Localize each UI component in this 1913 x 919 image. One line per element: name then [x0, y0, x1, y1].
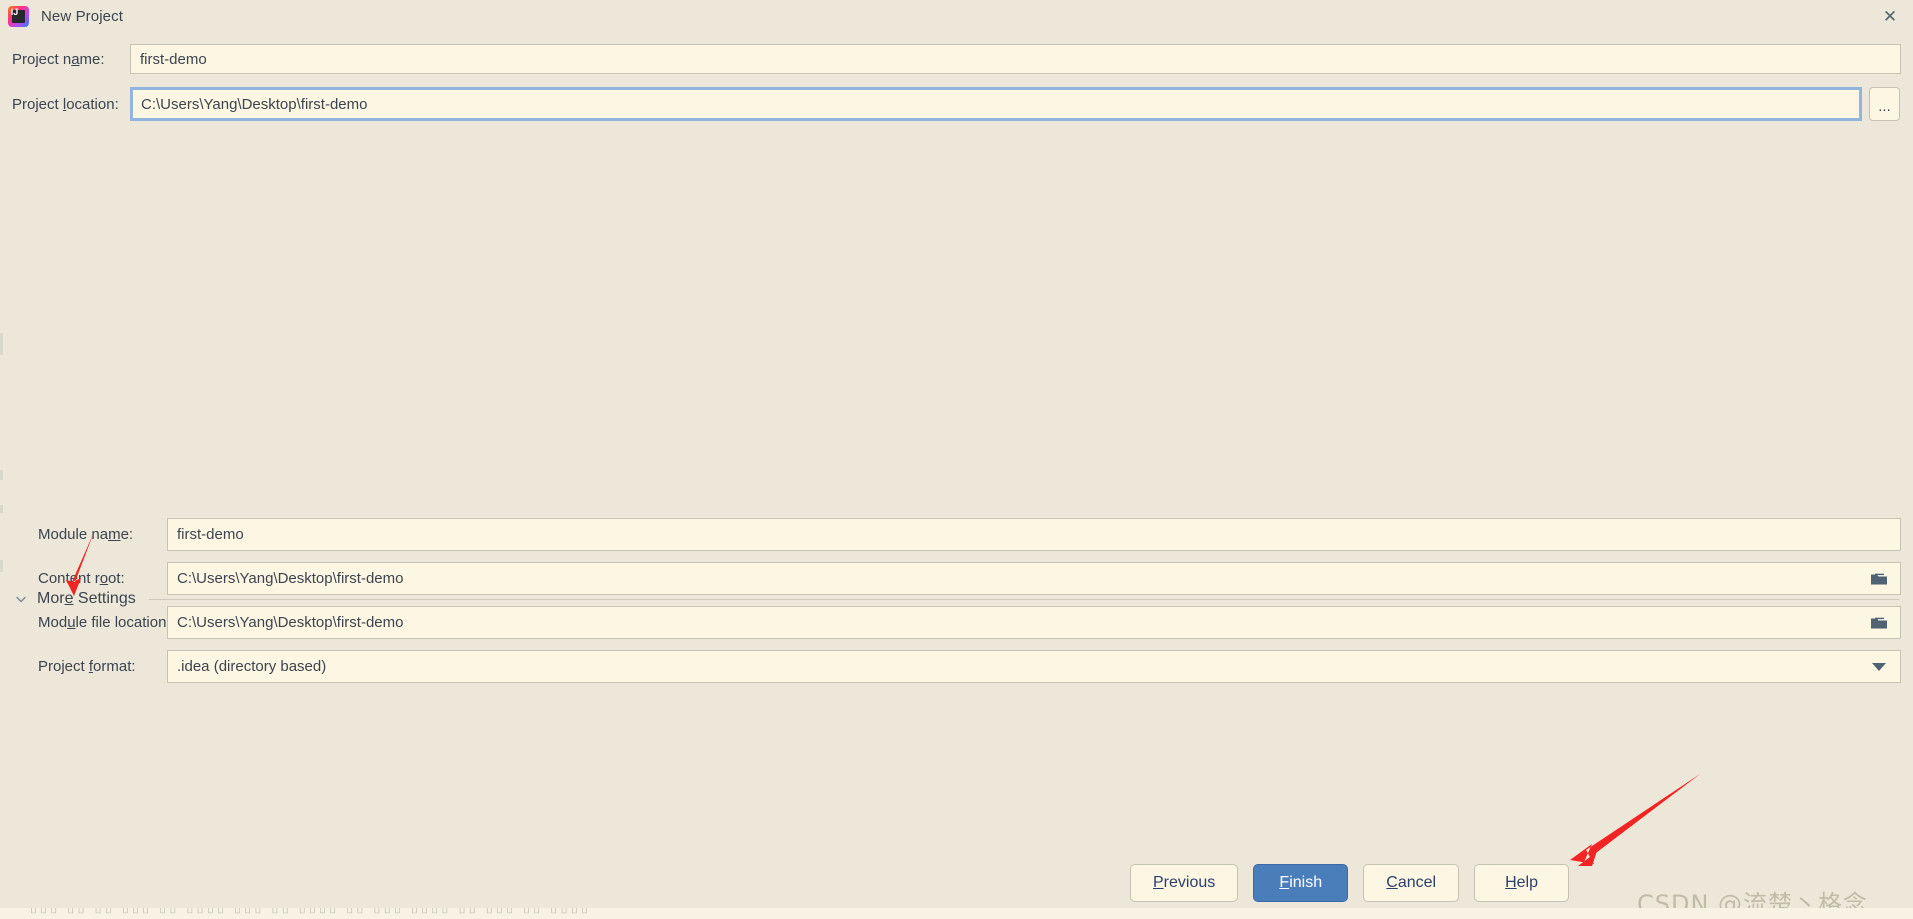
content-root-label: Content root: [38, 570, 125, 587]
dialog-button-bar: Previous Finish Cancel Help [1130, 864, 1570, 902]
module-name-value: first-demo [177, 526, 244, 543]
content-root-row: Content root: C:\Users\Yang\Desktop\firs… [12, 562, 1901, 595]
background-window-artifact [0, 505, 3, 513]
close-icon[interactable]: ✕ [1867, 0, 1913, 33]
title-bar: IJ New Project ✕ [0, 0, 1913, 33]
help-button[interactable]: Help [1474, 864, 1570, 902]
background-window-artifact [0, 560, 3, 572]
more-settings-separator [148, 598, 1899, 600]
cancel-button[interactable]: Cancel [1363, 864, 1460, 902]
project-format-select[interactable]: .idea (directory based) [167, 650, 1901, 683]
module-file-location-label: Module file location: [38, 614, 171, 631]
finish-button[interactable]: Finish [1253, 864, 1349, 902]
project-format-row: Project format: .idea (directory based) [12, 650, 1901, 683]
project-format-label: Project format: [38, 658, 136, 675]
module-name-input[interactable]: first-demo [167, 518, 1901, 551]
intellij-idea-icon: IJ [8, 6, 29, 27]
background-window-bottom-strip: ⌷⌷⌷ ⌷⌷ ⌷⌷ ⌷⌷⌷ ⌷⌷ ⌷⌷⌷⌷ ⌷⌷⌷ ⌷⌷ ⌷⌷⌷⌷ ⌷⌷ ⌷⌷⌷… [0, 908, 1913, 919]
previous-button[interactable]: Previous [1130, 864, 1239, 902]
project-location-input[interactable]: C:\Users\Yang\Desktop\first-demo [130, 87, 1862, 121]
folder-icon[interactable] [1870, 615, 1888, 630]
project-location-row: Project location: C:\Users\Yang\Desktop\… [12, 87, 1901, 121]
window-title: New Project [41, 8, 123, 25]
project-name-input[interactable]: first-demo [130, 44, 1901, 74]
content-root-input[interactable]: C:\Users\Yang\Desktop\first-demo [167, 562, 1901, 595]
background-window-text-artifact: ⌷⌷⌷ ⌷⌷ ⌷⌷ ⌷⌷⌷ ⌷⌷ ⌷⌷⌷⌷ ⌷⌷⌷ ⌷⌷ ⌷⌷⌷⌷ ⌷⌷ ⌷⌷⌷… [30, 908, 592, 916]
project-location-browse-button[interactable]: ... [1869, 87, 1900, 121]
module-name-row: Module name: first-demo [12, 518, 1901, 551]
intellij-idea-icon-letter: IJ [10, 7, 19, 17]
module-name-label: Module name: [38, 526, 134, 543]
module-file-location-value: C:\Users\Yang\Desktop\first-demo [177, 614, 404, 631]
project-name-label: Project name: [12, 50, 105, 68]
project-location-value: C:\Users\Yang\Desktop\first-demo [141, 95, 368, 113]
folder-icon[interactable] [1870, 571, 1888, 586]
background-window-artifact [0, 333, 3, 355]
module-file-location-input[interactable]: C:\Users\Yang\Desktop\first-demo [167, 606, 1901, 639]
content-root-value: C:\Users\Yang\Desktop\first-demo [177, 570, 404, 587]
caret-down-icon[interactable] [1872, 662, 1886, 671]
module-file-location-row: Module file location: C:\Users\Yang\Desk… [12, 606, 1901, 639]
project-name-value: first-demo [140, 50, 207, 68]
project-name-row: Project name: first-demo [12, 44, 1901, 74]
background-window-artifact [0, 470, 3, 480]
project-format-value: .idea (directory based) [177, 658, 327, 675]
project-location-label: Project location: [12, 95, 119, 113]
